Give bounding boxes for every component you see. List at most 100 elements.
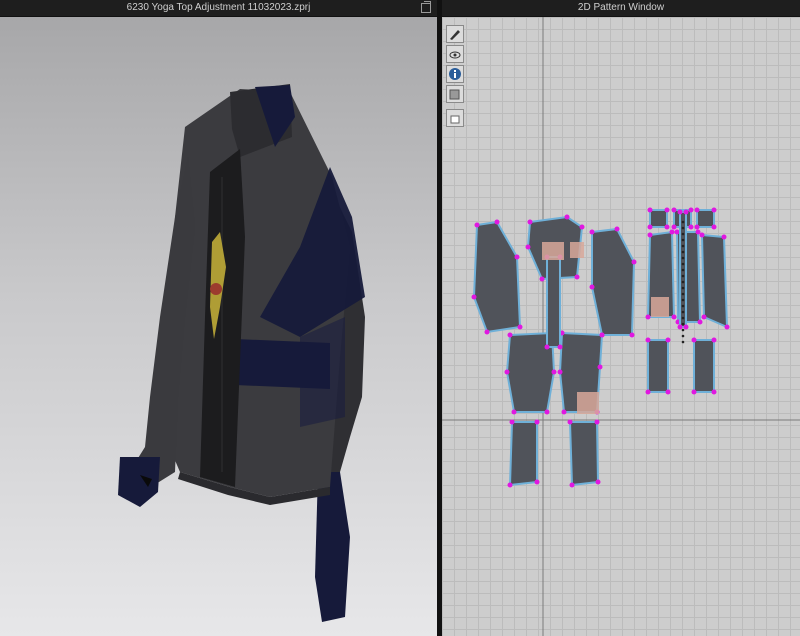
layer-button[interactable] (446, 85, 464, 103)
seam-region (651, 297, 669, 317)
avatar-visibility-button[interactable] (446, 45, 464, 63)
pattern-point[interactable] (511, 409, 517, 415)
pattern-point[interactable] (474, 222, 480, 228)
pattern-point[interactable] (574, 274, 580, 280)
pattern-point[interactable] (694, 207, 700, 213)
pattern-point[interactable] (544, 344, 550, 350)
pattern-point[interactable] (539, 276, 545, 282)
pattern-point[interactable] (579, 224, 585, 230)
pattern-canvas[interactable] (442, 17, 800, 636)
pattern-point[interactable] (569, 482, 575, 488)
pattern-point[interactable] (525, 244, 531, 250)
pattern-point[interactable] (614, 226, 620, 232)
pattern-point[interactable] (544, 409, 550, 415)
pattern-point[interactable] (677, 209, 683, 215)
pattern-point[interactable] (494, 219, 500, 225)
pattern-piece[interactable] (693, 339, 715, 393)
info-button[interactable] (446, 65, 464, 83)
pattern-point[interactable] (683, 209, 689, 215)
avatar-visibility-icon (449, 51, 461, 59)
pattern-pieces[interactable] (442, 17, 800, 636)
pattern-piece[interactable] (649, 209, 668, 228)
brush-visibility-button[interactable] (446, 25, 464, 43)
pattern-point[interactable] (671, 314, 677, 320)
pattern-point[interactable] (665, 337, 671, 343)
seam-region (570, 242, 584, 258)
pattern-point[interactable] (645, 337, 651, 343)
pattern-point[interactable] (724, 324, 730, 330)
pattern-point[interactable] (699, 232, 705, 238)
pattern-point[interactable] (534, 419, 540, 425)
pattern-piece[interactable] (700, 233, 729, 329)
pattern-point[interactable] (665, 389, 671, 395)
pattern-point[interactable] (557, 369, 563, 375)
pattern-point[interactable] (647, 232, 653, 238)
pattern-point[interactable] (589, 229, 595, 235)
pattern-point[interactable] (647, 207, 653, 213)
pattern-point[interactable] (671, 224, 677, 230)
pattern-point[interactable] (691, 389, 697, 395)
pattern-point[interactable] (688, 224, 694, 230)
pattern-point[interactable] (683, 324, 689, 330)
pattern-point[interactable] (527, 219, 533, 225)
stitch-point (681, 262, 685, 266)
pattern-point[interactable] (669, 229, 675, 235)
pattern-point[interactable] (561, 409, 567, 415)
pattern-point[interactable] (509, 419, 515, 425)
pattern-point[interactable] (677, 324, 683, 330)
pattern-point[interactable] (701, 314, 707, 320)
pattern-point[interactable] (691, 337, 697, 343)
pattern-piece[interactable] (508, 421, 538, 487)
pattern-point[interactable] (697, 319, 703, 325)
pattern-point[interactable] (534, 479, 540, 485)
pattern-point[interactable] (595, 479, 601, 485)
pattern-point[interactable] (557, 344, 563, 350)
pattern-point[interactable] (711, 207, 717, 213)
pattern-point[interactable] (711, 389, 717, 395)
pattern-point[interactable] (589, 284, 595, 290)
pattern-piece[interactable] (568, 421, 600, 487)
pattern-point[interactable] (688, 207, 694, 213)
pattern-point[interactable] (517, 324, 523, 330)
pattern-point[interactable] (629, 332, 635, 338)
pattern-point[interactable] (484, 329, 490, 335)
restore-window-icon[interactable] (421, 1, 431, 13)
pattern-point[interactable] (514, 254, 520, 260)
left-cuff (118, 457, 160, 507)
pattern-point[interactable] (711, 337, 717, 343)
pattern-piece-group[interactable] (471, 207, 730, 488)
pattern-piece[interactable] (546, 256, 561, 348)
pattern-point[interactable] (664, 207, 670, 213)
pattern-point[interactable] (507, 482, 513, 488)
pattern-point[interactable] (599, 332, 605, 338)
pattern-piece[interactable] (472, 220, 522, 334)
pattern-point[interactable] (567, 419, 573, 425)
pattern-piece[interactable] (647, 339, 669, 393)
pattern-point[interactable] (504, 369, 510, 375)
pattern-point[interactable] (694, 224, 700, 230)
pattern-point[interactable] (674, 229, 680, 235)
pattern-point[interactable] (711, 224, 717, 230)
pattern-piece[interactable] (696, 209, 715, 228)
stitch-point (681, 256, 685, 260)
pattern-point[interactable] (564, 214, 570, 220)
garment-lock-icon (450, 115, 460, 124)
pattern-piece[interactable] (591, 227, 636, 336)
pattern-point[interactable] (551, 369, 557, 375)
pattern-point[interactable] (631, 259, 637, 265)
pattern-point[interactable] (471, 294, 477, 300)
pattern-point[interactable] (645, 314, 651, 320)
pattern-point[interactable] (721, 234, 727, 240)
pattern-window-title-bar: 2D Pattern Window (442, 0, 800, 17)
garment-lock-button[interactable] (446, 109, 464, 127)
pattern-point[interactable] (671, 207, 677, 213)
jacket-3d-model[interactable] (0, 17, 437, 636)
pattern-point[interactable] (695, 229, 701, 235)
pattern-point[interactable] (645, 389, 651, 395)
pattern-point[interactable] (507, 332, 513, 338)
pattern-point[interactable] (594, 419, 600, 425)
viewport-3d[interactable] (0, 17, 437, 636)
pattern-point[interactable] (597, 364, 603, 370)
pattern-point[interactable] (647, 224, 653, 230)
pattern-point[interactable] (664, 224, 670, 230)
